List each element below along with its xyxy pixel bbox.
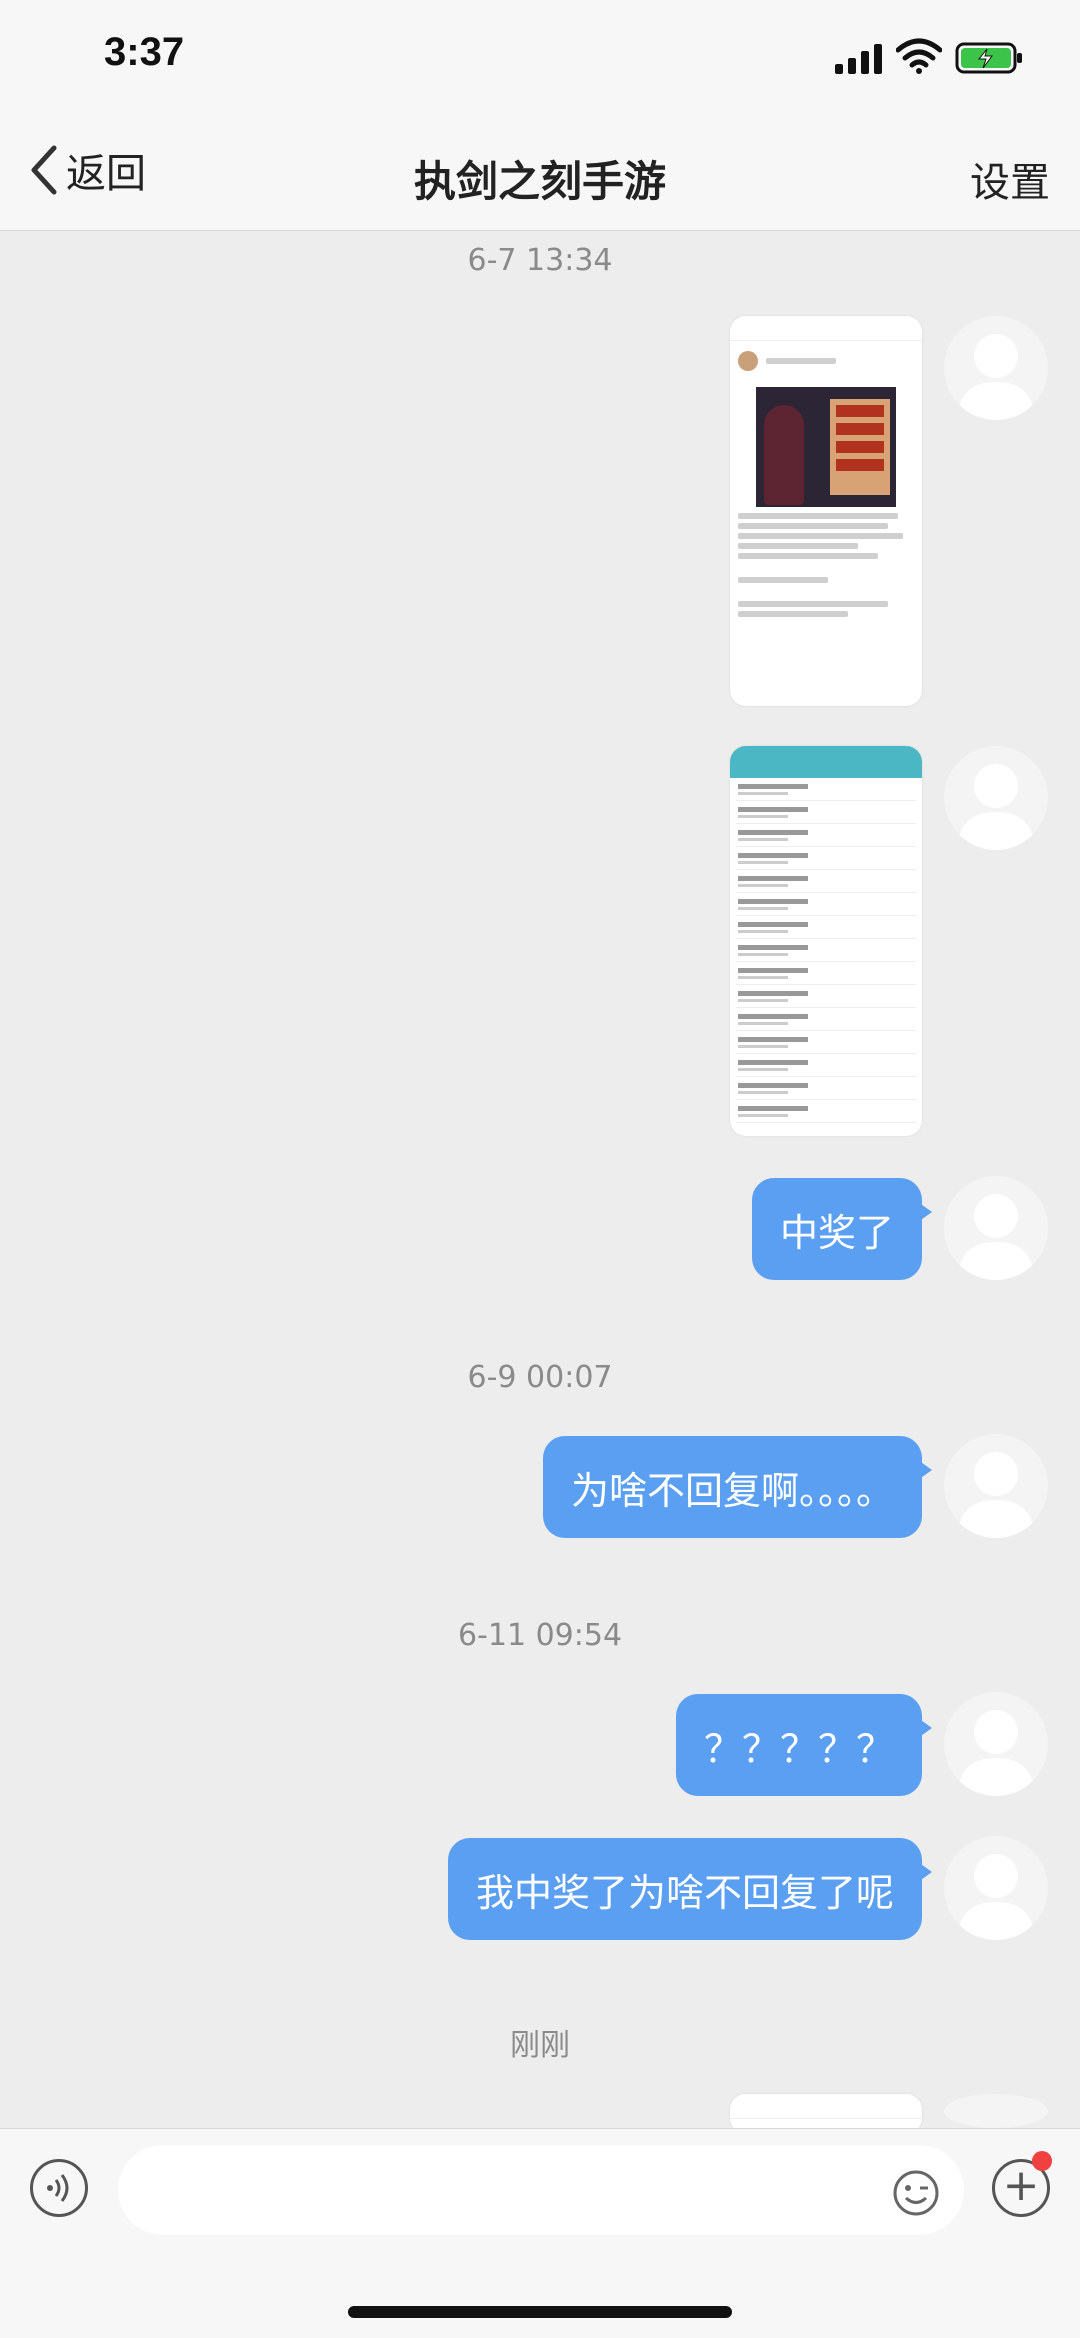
message-bubble[interactable]: 我中奖了为啥不回复了呢 <box>447 1838 933 1940</box>
avatar[interactable] <box>944 1434 1048 1538</box>
message-bubble[interactable]: ？？？？？ <box>675 1694 933 1796</box>
battery-charging-icon <box>955 42 1022 74</box>
voice-icon <box>47 2174 69 2202</box>
avatar[interactable] <box>944 1176 1048 1280</box>
notification-dot <box>1032 2151 1052 2171</box>
status-bar: 3:37 <box>0 0 1080 110</box>
avatar[interactable] <box>944 316 1048 420</box>
default-avatar-icon <box>958 1194 1034 1280</box>
wifi-icon <box>896 38 942 74</box>
nav-bar: 返回 执剑之刻手游 设置 <box>0 110 1080 231</box>
message-bubble[interactable]: 为啥不回复啊。。。。 <box>542 1436 933 1538</box>
voice-button[interactable] <box>30 2159 88 2217</box>
message-bubble[interactable]: 中奖了 <box>751 1178 933 1280</box>
status-time: 3:37 <box>104 30 185 74</box>
default-avatar-icon <box>958 1452 1034 1538</box>
chat-timestamp: 6-9 00:07 <box>467 1360 613 1395</box>
signal-icon <box>835 44 882 74</box>
page-title: 执剑之刻手游 <box>413 157 666 206</box>
default-avatar-icon <box>958 1710 1034 1796</box>
avatar[interactable] <box>944 1692 1048 1796</box>
emoji-icon[interactable] <box>892 2169 940 2217</box>
default-avatar-icon <box>958 1854 1034 1940</box>
avatar[interactable] <box>944 746 1048 850</box>
home-indicator <box>348 2306 732 2318</box>
chat-timestamp: 6-11 09:54 <box>457 1618 623 1653</box>
avatar[interactable] <box>944 2094 1048 2128</box>
avatar[interactable] <box>944 1836 1048 1940</box>
default-avatar-icon <box>958 764 1034 850</box>
chat-timestamp: 刚刚 <box>510 2028 570 2063</box>
image-message[interactable] <box>730 316 922 706</box>
message-input[interactable] <box>118 2145 964 2235</box>
image-message[interactable] <box>730 746 922 1136</box>
settings-button[interactable]: 设置 <box>970 150 1050 208</box>
default-avatar-icon <box>958 334 1034 420</box>
chat-timestamp: 6-7 13:34 <box>467 243 613 278</box>
